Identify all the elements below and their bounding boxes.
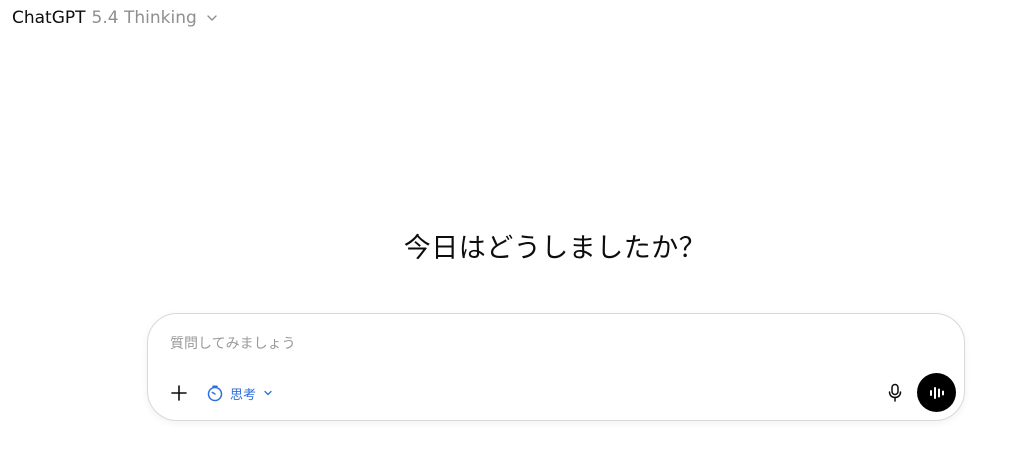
thinking-mode-label: 思考 [230, 387, 257, 403]
chevron-down-icon [264, 390, 272, 396]
microphone-icon [888, 383, 902, 402]
model-selector[interactable]: ChatGPT 5.4 Thinking [12, 6, 219, 30]
voice-waveform-icon [929, 386, 944, 399]
voice-mode-button[interactable] [917, 373, 956, 412]
dictate-button[interactable] [882, 380, 908, 406]
composer: 思考 [147, 313, 965, 421]
greeting-heading: 今日はどうしましたか？ [403, 233, 707, 264]
prompt-input[interactable] [170, 333, 870, 355]
chevron-down-icon [207, 15, 217, 21]
stopwatch-icon [207, 385, 223, 402]
add-attachment-button[interactable] [166, 380, 192, 406]
model-name: 5.4 Thinking [91, 8, 197, 28]
app-title: ChatGPT [12, 8, 86, 28]
thinking-mode-button[interactable]: 思考 [206, 380, 274, 406]
plus-icon [171, 385, 187, 401]
